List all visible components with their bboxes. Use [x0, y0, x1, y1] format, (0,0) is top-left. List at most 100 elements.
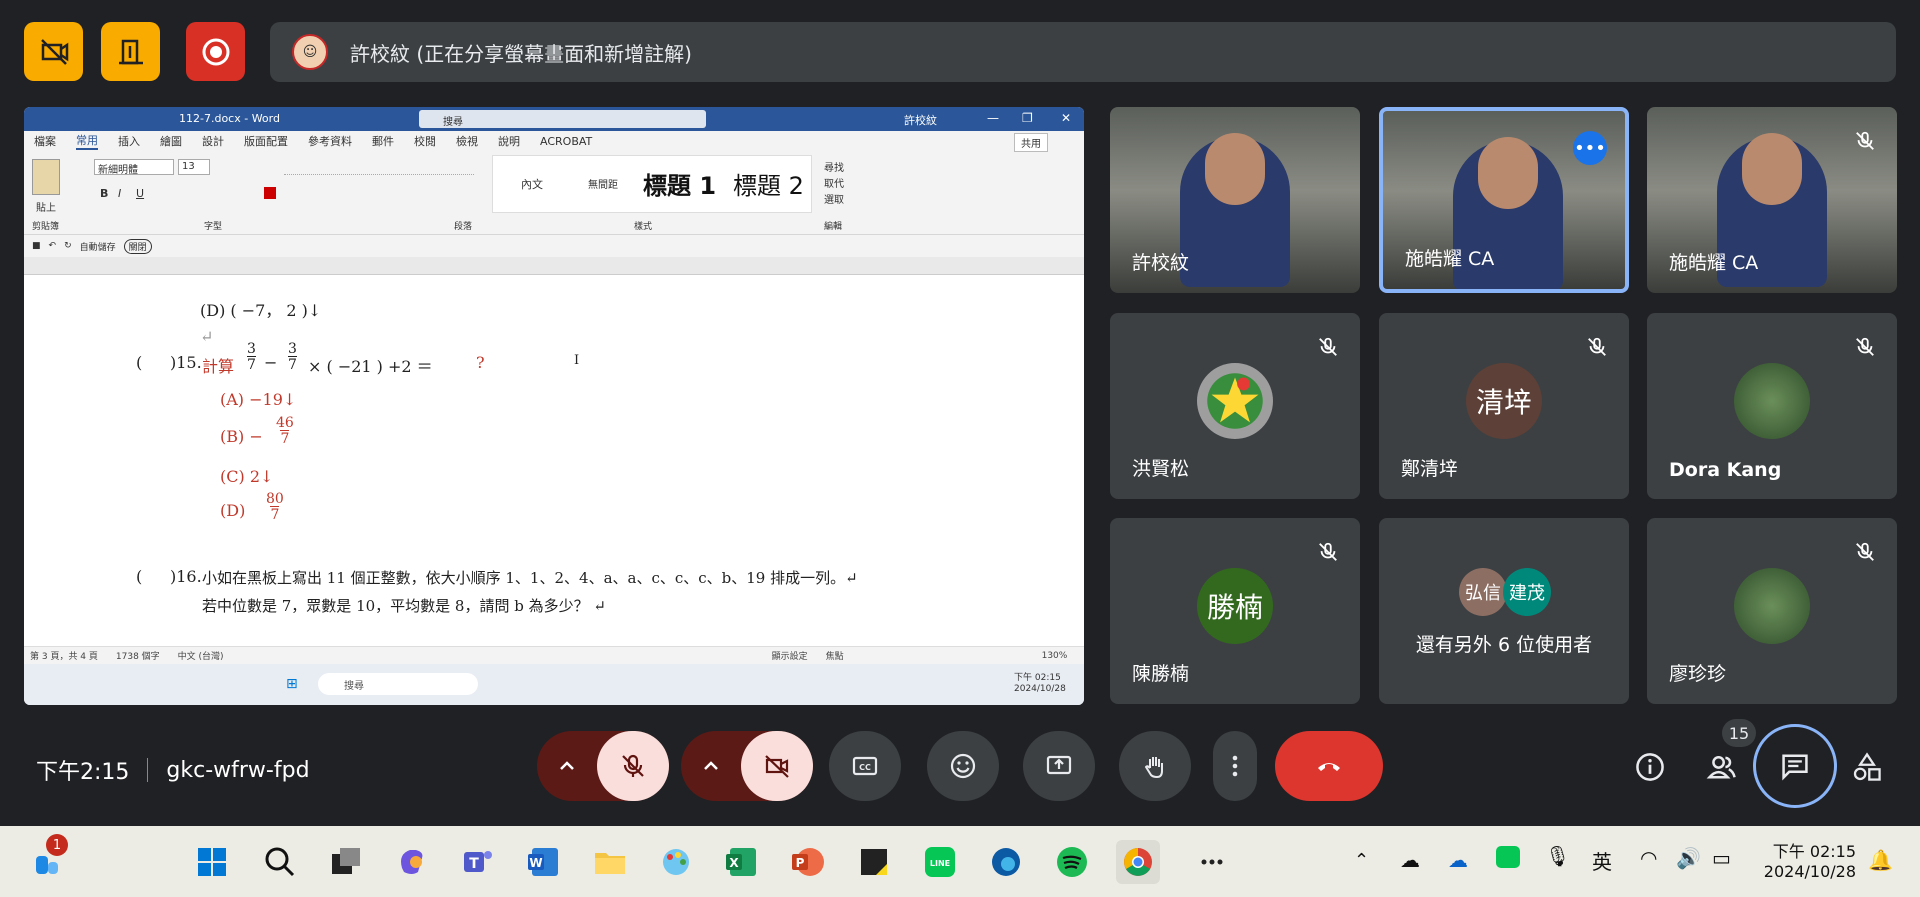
excel-button[interactable]: X	[720, 840, 764, 884]
microphone-tray-icon[interactable]: 🎙	[1545, 844, 1570, 868]
search-button[interactable]	[258, 840, 302, 884]
onedrive-icon[interactable]: ☁	[1400, 848, 1420, 872]
recording-button[interactable]	[186, 22, 245, 81]
minimize-icon[interactable]: —	[987, 111, 999, 125]
chrome-button[interactable]	[1116, 840, 1160, 884]
sticky-notes-button[interactable]	[852, 840, 896, 884]
paint-button[interactable]	[654, 840, 698, 884]
present-button[interactable]	[1023, 731, 1095, 801]
ribbon-tab[interactable]: 版面配置	[244, 133, 288, 149]
powerpoint-button[interactable]: P	[786, 840, 830, 884]
activities-button[interactable]	[1845, 745, 1889, 789]
word-taskbar-button[interactable]: W	[522, 840, 566, 884]
style-no-spacing[interactable]: 無間距	[588, 176, 618, 191]
font-name-value: 新細明體	[98, 165, 138, 176]
underline-button[interactable]: U	[136, 187, 144, 200]
emoji-button[interactable]	[927, 731, 999, 801]
ribbon-tab[interactable]: 參考資料	[308, 133, 352, 149]
autosave-label: 自動儲存	[79, 242, 116, 253]
italic-button[interactable]: I	[118, 187, 121, 200]
paste-icon[interactable]	[32, 159, 60, 195]
onedrive-business-icon[interactable]: ☁	[1448, 848, 1468, 872]
ribbon-tab[interactable]: 郵件	[372, 133, 394, 149]
style-heading2[interactable]: 標題 2	[733, 166, 804, 201]
file-explorer-button[interactable]	[588, 840, 632, 884]
participant-tile[interactable]: 許校紋	[1110, 107, 1360, 293]
style-normal[interactable]: 內文	[521, 176, 543, 192]
redo-icon[interactable]: ↻	[64, 241, 72, 251]
ribbon-tab[interactable]: 檔案	[34, 133, 56, 149]
participant-tile[interactable]: 廖珍珍	[1647, 518, 1897, 704]
find-item[interactable]: 尋找	[824, 159, 844, 174]
inner-start-icon[interactable]: ⊞	[286, 676, 298, 692]
start-button[interactable]	[190, 840, 234, 884]
style-heading1[interactable]: 標題 1	[643, 166, 716, 201]
participant-tile[interactable]: 施皓耀 CA	[1647, 107, 1897, 293]
ribbon-tab[interactable]: 校閱	[414, 133, 436, 149]
emoji-icon	[950, 753, 976, 779]
inner-search-placeholder: 搜尋	[344, 681, 364, 692]
bold-button[interactable]: B	[100, 187, 108, 200]
restore-icon[interactable]: ❐	[1022, 111, 1033, 125]
line-tray-icon[interactable]	[1496, 846, 1520, 868]
input-language-indicator[interactable]: 英	[1592, 846, 1612, 875]
spotify-button[interactable]	[1050, 840, 1094, 884]
ribbon-tab[interactable]: 繪圖	[160, 133, 182, 149]
volume-icon[interactable]: 🔊	[1676, 846, 1701, 870]
ribbon-tab[interactable]: 說明	[498, 133, 520, 149]
document-page: (D) ( −7， 2 )↓ ↵ ( )15. 計算 37 − 37 × ( −…	[44, 291, 1084, 634]
ribbon-tab[interactable]: ACROBAT	[540, 135, 592, 148]
notification-bell-icon[interactable]: 🔔	[1868, 848, 1893, 872]
status-display[interactable]: 顯示設定	[772, 649, 808, 662]
camera-toggle-button[interactable]	[741, 731, 813, 801]
ribbon-tab[interactable]: 常用	[76, 132, 98, 150]
participant-tile[interactable]: 洪賢松	[1110, 313, 1360, 499]
show-hidden-icons[interactable]: ⌃	[1354, 850, 1369, 871]
more-options-button[interactable]	[1213, 731, 1257, 801]
participant-tile[interactable]: 弘信 建茂 還有另外 6 位使用者	[1379, 518, 1629, 704]
share-button[interactable]: 共用	[1014, 133, 1048, 152]
raise-hand-button[interactable]	[1119, 731, 1191, 801]
edge-button[interactable]	[984, 840, 1028, 884]
inner-search-box[interactable]: 搜尋	[318, 673, 478, 695]
ribbon-tab[interactable]: 檢視	[456, 133, 478, 149]
status-focus[interactable]: 焦點	[826, 649, 844, 662]
copilot-button[interactable]	[390, 840, 434, 884]
line-button[interactable]: LINE	[918, 840, 962, 884]
wifi-icon[interactable]: ◠	[1640, 846, 1657, 870]
autosave-toggle[interactable]: 關閉	[123, 238, 152, 254]
more-apps-button[interactable]	[1190, 840, 1234, 884]
chat-button[interactable]	[1753, 724, 1837, 808]
leave-room-button[interactable]	[101, 22, 160, 81]
replace-item[interactable]: 取代	[824, 175, 844, 190]
hide-self-view-button[interactable]	[24, 22, 83, 81]
mic-toggle-button[interactable]	[597, 731, 669, 801]
save-icon[interactable]: ■	[32, 241, 41, 251]
battery-icon[interactable]: ▭	[1712, 846, 1731, 870]
ribbon-tab[interactable]: 插入	[118, 133, 140, 149]
more-options-icon[interactable]: •••	[1573, 131, 1607, 165]
captions-button[interactable]: CC	[829, 731, 901, 801]
camera-options-button[interactable]	[681, 731, 741, 801]
participant-avatar: 勝楠	[1197, 568, 1273, 644]
word-search-box[interactable]: 搜尋	[419, 110, 706, 128]
meeting-details-button[interactable]	[1628, 745, 1672, 789]
status-zoom[interactable]: 130%	[1042, 651, 1068, 661]
leave-call-button[interactable]	[1275, 731, 1383, 801]
undo-icon[interactable]: ↶	[49, 241, 57, 251]
people-button[interactable]	[1700, 745, 1744, 789]
font-name-select[interactable]: 新細明體	[94, 159, 174, 176]
font-size-select[interactable]: 13	[178, 159, 210, 175]
taskbar-clock[interactable]: 下午 02:15 2024/10/28	[1762, 838, 1856, 881]
teams-button[interactable]: T	[456, 840, 500, 884]
participant-tile[interactable]: 清垶 鄭清垶	[1379, 313, 1629, 499]
participant-tile[interactable]: ••• 施皓耀 CA	[1379, 107, 1629, 293]
font-color-icon[interactable]	[264, 187, 276, 199]
close-icon[interactable]: ✕	[1061, 111, 1071, 125]
task-view-button[interactable]	[324, 840, 368, 884]
participant-tile[interactable]: 勝楠 陳勝楠	[1110, 518, 1360, 704]
mic-options-button[interactable]	[537, 731, 597, 801]
participant-tile[interactable]: Dora Kang	[1647, 313, 1897, 499]
ribbon-tab[interactable]: 設計	[202, 133, 224, 149]
select-item[interactable]: 選取	[824, 191, 844, 206]
